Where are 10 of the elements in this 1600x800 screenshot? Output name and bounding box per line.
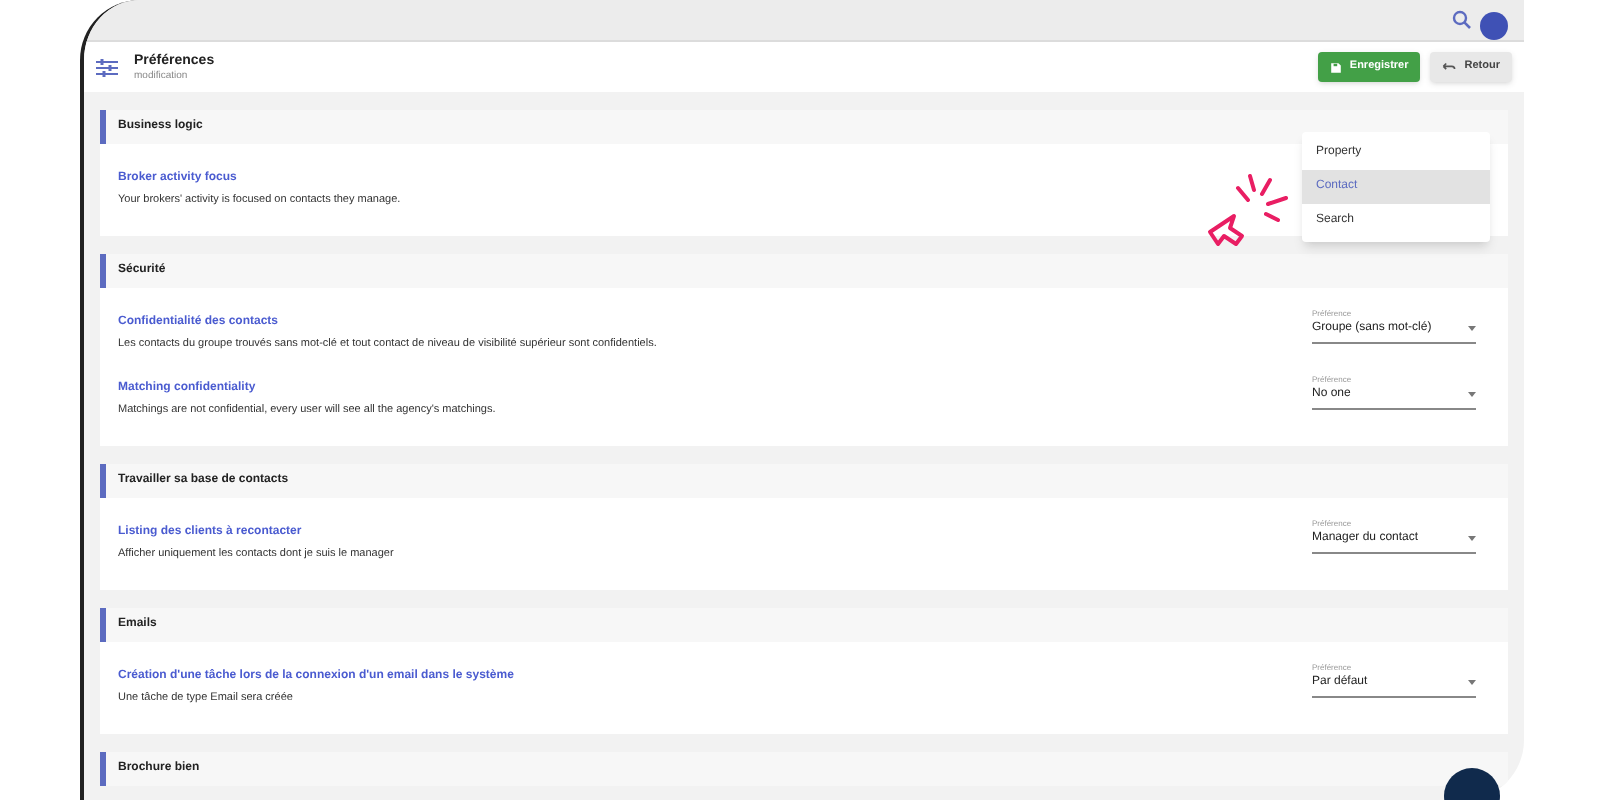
cursor-click-icon [1206, 172, 1290, 248]
floppy-icon [1329, 61, 1342, 73]
search-icon[interactable] [1452, 10, 1472, 30]
caret-icon [1468, 535, 1476, 542]
sliders-icon [96, 57, 118, 77]
caret-icon [1468, 326, 1476, 333]
caret-icon [1468, 391, 1476, 397]
caret-icon [1468, 680, 1476, 686]
undo-arrow-icon [1442, 62, 1457, 72]
avatar[interactable] [1480, 12, 1508, 40]
